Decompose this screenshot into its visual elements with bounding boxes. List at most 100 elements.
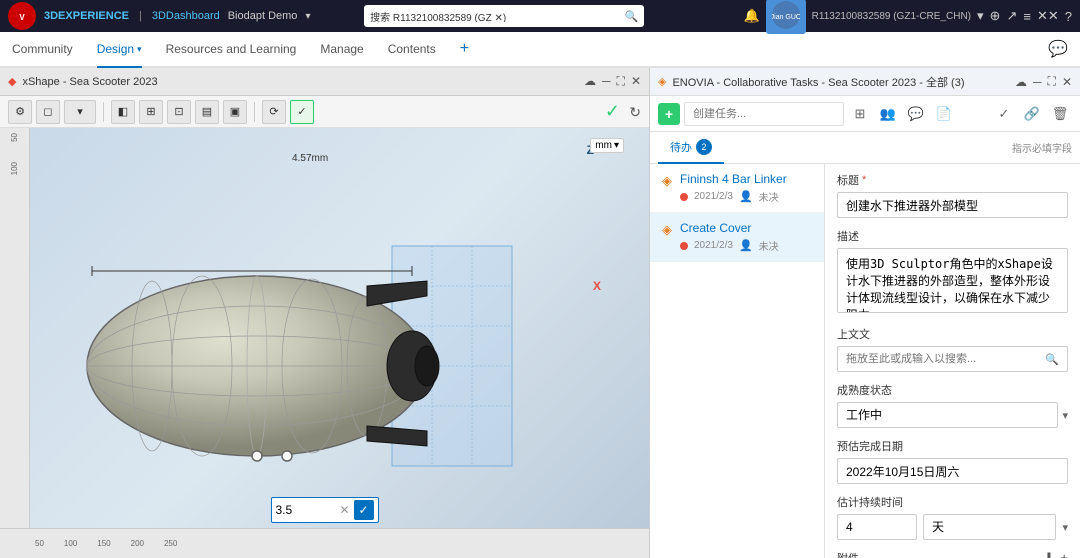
- xshape-icon: ◆: [8, 75, 16, 88]
- dimension-input-box[interactable]: 3.5 ✕ ✓: [270, 497, 378, 523]
- tool-btn-3[interactable]: ◧: [111, 100, 135, 124]
- task-item-1[interactable]: ◈ Fininsh 4 Bar Linker 2021/2/3 👤 未决: [650, 164, 824, 213]
- tool-btn-2[interactable]: ◻: [36, 100, 60, 124]
- link-action-icon[interactable]: 🔗: [1020, 102, 1044, 126]
- app-logo: V: [8, 2, 36, 30]
- split-panel: ◈ Fininsh 4 Bar Linker 2021/2/3 👤 未决 ◈: [650, 164, 1080, 558]
- search-input[interactable]: [370, 11, 624, 22]
- x-axis-label: X: [593, 279, 601, 293]
- tool-btn-dropdown[interactable]: ▾: [64, 100, 96, 124]
- maturity-select[interactable]: 工作中 审核中 完成: [837, 402, 1058, 428]
- left-toolbar: ⚙ ◻ ▾ ◧ ⊞ ⊡ ▤ ▣ ⟳ ✓ ✓ ↻: [0, 96, 649, 128]
- download-icon[interactable]: ⬇: [1044, 550, 1055, 558]
- dimension-input[interactable]: 3.5: [275, 503, 335, 517]
- expand-right-icon[interactable]: ⛶: [1048, 74, 1056, 89]
- notify-icon[interactable]: 🔔: [743, 8, 759, 24]
- main-content: ◆ xShape - Sea Scooter 2023 ☁ ─ ⛶ ✕ ⚙ ◻ …: [0, 68, 1080, 558]
- delete-action-icon[interactable]: 🗑: [1048, 102, 1072, 126]
- confirm-check-icon[interactable]: ✓: [605, 101, 620, 121]
- duration-input[interactable]: [837, 514, 917, 540]
- minimize-right-icon[interactable]: ─: [1033, 75, 1042, 89]
- expand-icon[interactable]: ⛶: [617, 74, 625, 89]
- people-icon-button[interactable]: 👥: [876, 102, 900, 126]
- share-icon[interactable]: ↗: [1006, 8, 1017, 24]
- user-demo-label: Biodapt Demo: [228, 10, 298, 22]
- status-dot-2: [680, 242, 688, 250]
- tool-btn-5[interactable]: ⊡: [167, 100, 191, 124]
- chat-icon-button[interactable]: 💬: [904, 102, 928, 126]
- message-icon[interactable]: 💬: [1048, 39, 1068, 59]
- context-search-input[interactable]: [846, 353, 1041, 365]
- nav-item-contents[interactable]: Contents: [388, 31, 436, 67]
- task-meta-2: 2021/2/3 👤 未决: [680, 238, 812, 253]
- context-search-box[interactable]: 🔍: [837, 346, 1068, 372]
- tool-btn-1[interactable]: ⚙: [8, 100, 32, 124]
- task-content-2: Create Cover 2021/2/3 👤 未决: [680, 221, 812, 253]
- mm-selector[interactable]: mm ▾: [590, 138, 624, 153]
- nav-item-community[interactable]: Community: [12, 31, 73, 67]
- duration-row: 天 小时 ▾: [837, 514, 1068, 540]
- tab-pending[interactable]: 待办 2: [658, 132, 724, 164]
- context-section: 上文文 🔍: [837, 326, 1068, 372]
- minimize-icon[interactable]: ─: [602, 74, 611, 89]
- nav-item-resources[interactable]: Resources and Learning: [166, 31, 297, 67]
- close-right-icon[interactable]: ✕: [1062, 75, 1072, 89]
- task-type-icon-2: ◈: [662, 222, 672, 238]
- title-input[interactable]: [837, 192, 1068, 218]
- task-status-1: 未决: [759, 189, 779, 204]
- add-icon[interactable]: ⊕: [990, 8, 1001, 24]
- close-panel-icon[interactable]: ✕: [631, 74, 641, 89]
- duration-label: 估计持续时间: [837, 494, 1068, 510]
- rotate-icon[interactable]: ↻: [629, 104, 641, 120]
- brand-label: 3DEXPERIENCE: [44, 10, 129, 22]
- grid-view-button[interactable]: ⊞: [848, 102, 872, 126]
- nav-bar: Community Design ▾ Resources and Learnin…: [0, 32, 1080, 68]
- input-clear-button[interactable]: ✕: [339, 503, 349, 517]
- menu-icon[interactable]: ≡: [1023, 9, 1031, 24]
- search-bar[interactable]: 🔍: [364, 5, 644, 27]
- check-action-icon[interactable]: ✓: [992, 102, 1016, 126]
- top-right-area: 🔔 Jian GUO R1132100832589 (GZ1-CRE_CHN) …: [743, 0, 1072, 34]
- nav-add-button[interactable]: +: [460, 40, 469, 58]
- task-user-icon-1: 👤: [739, 190, 753, 203]
- nav-item-design[interactable]: Design ▾: [97, 32, 142, 68]
- close-x-icon[interactable]: ✕✕: [1037, 8, 1059, 24]
- help-icon[interactable]: ?: [1065, 9, 1072, 24]
- attachment-icons: ⬇ +: [1044, 550, 1069, 558]
- due-date-section: 预估完成日期: [837, 438, 1068, 484]
- chevron-down-icon[interactable]: ▾: [977, 8, 984, 24]
- left-panel: ◆ xShape - Sea Scooter 2023 ☁ ─ ⛶ ✕ ⚙ ◻ …: [0, 68, 650, 558]
- nav-item-manage[interactable]: Manage: [320, 31, 363, 67]
- tool-btn-8[interactable]: ⟳: [262, 100, 286, 124]
- attachment-label: 附件: [837, 550, 859, 558]
- cloud-icon[interactable]: ☁: [584, 74, 596, 89]
- left-panel-title: xShape - Sea Scooter 2023: [22, 76, 157, 88]
- dashboard-label: 3DDashboard: [152, 10, 220, 22]
- doc-icon-button[interactable]: 📄: [932, 102, 956, 126]
- input-confirm-button[interactable]: ✓: [354, 500, 374, 520]
- task-status-2: 未决: [759, 238, 779, 253]
- tool-btn-6[interactable]: ▤: [195, 100, 219, 124]
- maturity-select-row: 工作中 审核中 完成 ▾: [837, 402, 1068, 428]
- task-list: ◈ Fininsh 4 Bar Linker 2021/2/3 👤 未决 ◈: [650, 164, 825, 558]
- tool-btn-7[interactable]: ▣: [223, 100, 247, 124]
- tool-btn-4[interactable]: ⊞: [139, 100, 163, 124]
- task-meta-1: 2021/2/3 👤 未决: [680, 189, 812, 204]
- upload-add-icon[interactable]: +: [1060, 550, 1068, 558]
- user-name-label: R1132100832589 (GZ1-CRE_CHN): [812, 11, 971, 22]
- maturity-chevron-icon: ▾: [1062, 409, 1068, 422]
- top-bar: V 3DEXPERIENCE | 3DDashboard Biodapt Dem…: [0, 0, 1080, 32]
- right-panel-header: ◈ ENOVIA - Collaborative Tasks - Sea Sco…: [650, 68, 1080, 96]
- duration-unit-select[interactable]: 天 小时: [923, 514, 1056, 540]
- description-textarea[interactable]: 使用3D Sculptor角色中的xShape设计水下推进器的外部造型，整体外形…: [837, 248, 1068, 313]
- cloud-sync-icon[interactable]: ☁: [1015, 75, 1027, 89]
- maturity-label: 成熟度状态: [837, 382, 1068, 398]
- user-demo-chevron[interactable]: ▾: [305, 11, 310, 22]
- due-date-input[interactable]: [837, 458, 1068, 484]
- context-label: 上文文: [837, 326, 1068, 342]
- description-label: 描述: [837, 228, 1068, 244]
- tool-btn-9[interactable]: ✓: [290, 100, 314, 124]
- task-item-2[interactable]: ◈ Create Cover 2021/2/3 👤 未决: [650, 213, 824, 262]
- create-task-input[interactable]: [684, 102, 844, 126]
- add-task-button[interactable]: +: [658, 103, 680, 125]
